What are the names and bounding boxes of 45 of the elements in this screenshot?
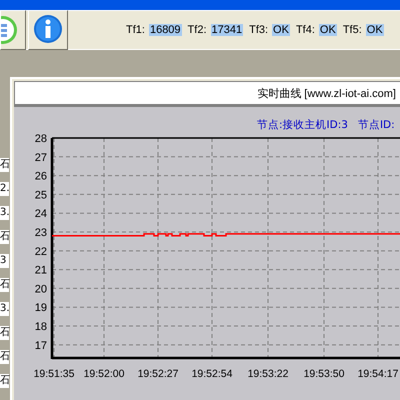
side-text: 石: [0, 230, 9, 244]
side-text: 石: [0, 278, 9, 292]
side-text: 3.: [0, 302, 9, 316]
status-label: Tf2:: [188, 24, 206, 36]
status-value: OK: [366, 24, 384, 36]
y-tick-label: 27: [34, 152, 47, 164]
y-tick-label: 18: [34, 321, 47, 334]
x-tick-label: 19:52:00: [84, 368, 124, 380]
status-label: Tf4:: [296, 24, 315, 36]
y-tick-label: 25: [34, 189, 47, 202]
x-tick-label: 19:54:17: [358, 368, 398, 380]
status-value: OK: [318, 24, 337, 36]
legend-text: 节点ID:: [358, 118, 395, 133]
side-text: 石: [0, 326, 9, 340]
x-tick-label: 19:53:22: [248, 368, 288, 380]
side-text: 石: [0, 350, 9, 364]
y-tick-label: 26: [34, 170, 47, 183]
status-value: 17341: [210, 24, 244, 36]
y-tick-label: 28: [34, 134, 47, 145]
side-text: 石: [0, 158, 9, 172]
side-text: 石: [0, 374, 9, 388]
y-tick-label: 24: [34, 208, 47, 220]
x-tick-label: 19:52:54: [192, 368, 232, 380]
status-value: OK: [272, 24, 290, 36]
x-tick-label: 19:52:27: [138, 368, 178, 380]
status-label: Tf3:: [249, 24, 268, 36]
y-tick-label: 23: [34, 227, 47, 240]
list-button[interactable]: [0, 10, 26, 50]
y-tick-label: 21: [34, 264, 47, 277]
window-title: 实时曲线 [www.zl-iot-ai.com]: [14, 81, 400, 105]
info-icon: [32, 14, 64, 46]
y-tick-label: 17: [34, 340, 47, 352]
x-tick-label: 19:53:50: [304, 368, 344, 380]
side-text: 3: [0, 254, 9, 268]
side-text: 2.: [0, 182, 9, 196]
side-text: 3.: [0, 206, 9, 220]
y-tick-label: 22: [34, 246, 47, 258]
y-tick-label: 20: [34, 283, 47, 296]
status-label: Tf5:: [342, 24, 362, 36]
info-button[interactable]: [28, 10, 68, 50]
status-value: 16809: [148, 24, 182, 36]
legend-text: 节点:接收主机ID:3: [257, 118, 348, 133]
y-tick-label: 19: [34, 302, 47, 314]
status-label: Tf1:: [126, 24, 145, 36]
x-tick-label: 19:51:35: [34, 368, 74, 380]
